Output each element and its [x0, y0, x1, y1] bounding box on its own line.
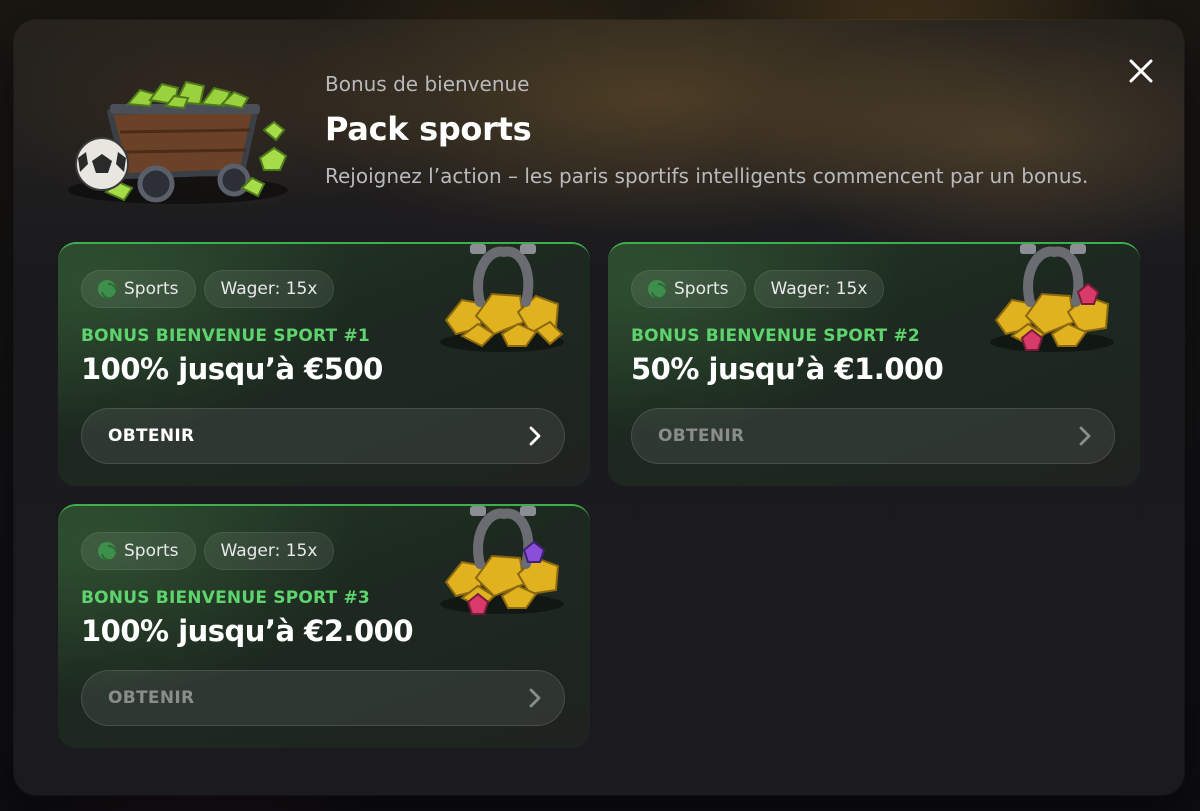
sport-tag-label: Sports [124, 541, 179, 561]
wager-tag-label: Wager: 15x [220, 541, 318, 561]
sport-tag: Sports [81, 532, 196, 570]
sport-tag: Sports [81, 270, 196, 308]
tennis-ball-icon [98, 280, 116, 298]
bonus-amount: 100% jusqu’à €500 [81, 352, 383, 386]
sport-tag-label: Sports [674, 279, 729, 299]
chevron-right-icon [529, 688, 541, 708]
wager-tag-label: Wager: 15x [770, 279, 868, 299]
obtain-button-1[interactable]: OBTENIR [81, 408, 565, 464]
obtain-button-3[interactable]: OBTENIR [81, 670, 565, 726]
bonus-amount: 50% jusqu’à €1.000 [631, 352, 944, 386]
bonus-card-1: Sports Wager: 15x BONUS BIENVENUE SPORT … [58, 242, 590, 486]
horseshoe-gold-icon [440, 244, 564, 352]
bonus-amount: 100% jusqu’à €2.000 [81, 614, 414, 648]
bonus-name: BONUS BIENVENUE SPORT #3 [81, 588, 370, 608]
wager-tag-label: Wager: 15x [220, 279, 318, 299]
bonus-name: BONUS BIENVENUE SPORT #2 [631, 326, 920, 346]
horseshoe-gold-pink-gem-icon [990, 244, 1114, 352]
horseshoe-gold-purple-gem-icon [440, 506, 564, 615]
chevron-right-icon [529, 426, 541, 446]
welcome-bonus-modal: Bonus de bienvenue Pack sports Rejoignez… [14, 20, 1184, 795]
tennis-ball-icon [98, 542, 116, 560]
wager-tag: Wager: 15x [753, 270, 885, 308]
obtain-button-label: OBTENIR [108, 426, 195, 446]
modal-subtitle: Rejoignez l’action – les paris sportifs … [325, 164, 1089, 188]
bonus-card-2: Sports Wager: 15x BONUS BIENVENUE SPORT … [608, 242, 1140, 486]
modal-title: Pack sports [325, 110, 532, 148]
sport-tag: Sports [631, 270, 746, 308]
chevron-right-icon [1079, 426, 1091, 446]
sport-tag-label: Sports [124, 279, 179, 299]
modal-header: Bonus de bienvenue Pack sports Rejoignez… [325, 72, 1088, 188]
mine-cart-icon [68, 80, 288, 204]
bonus-name: BONUS BIENVENUE SPORT #1 [81, 326, 370, 346]
obtain-button-2[interactable]: OBTENIR [631, 408, 1115, 464]
close-icon[interactable] [1126, 56, 1156, 86]
obtain-button-label: OBTENIR [658, 426, 745, 446]
wager-tag: Wager: 15x [203, 532, 335, 570]
obtain-button-label: OBTENIR [108, 688, 195, 708]
modal-kicker: Bonus de bienvenue [325, 72, 530, 96]
tennis-ball-icon [648, 280, 666, 298]
wager-tag: Wager: 15x [203, 270, 335, 308]
bonus-card-3: Sports Wager: 15x BONUS BIENVENUE SPORT … [58, 504, 590, 748]
